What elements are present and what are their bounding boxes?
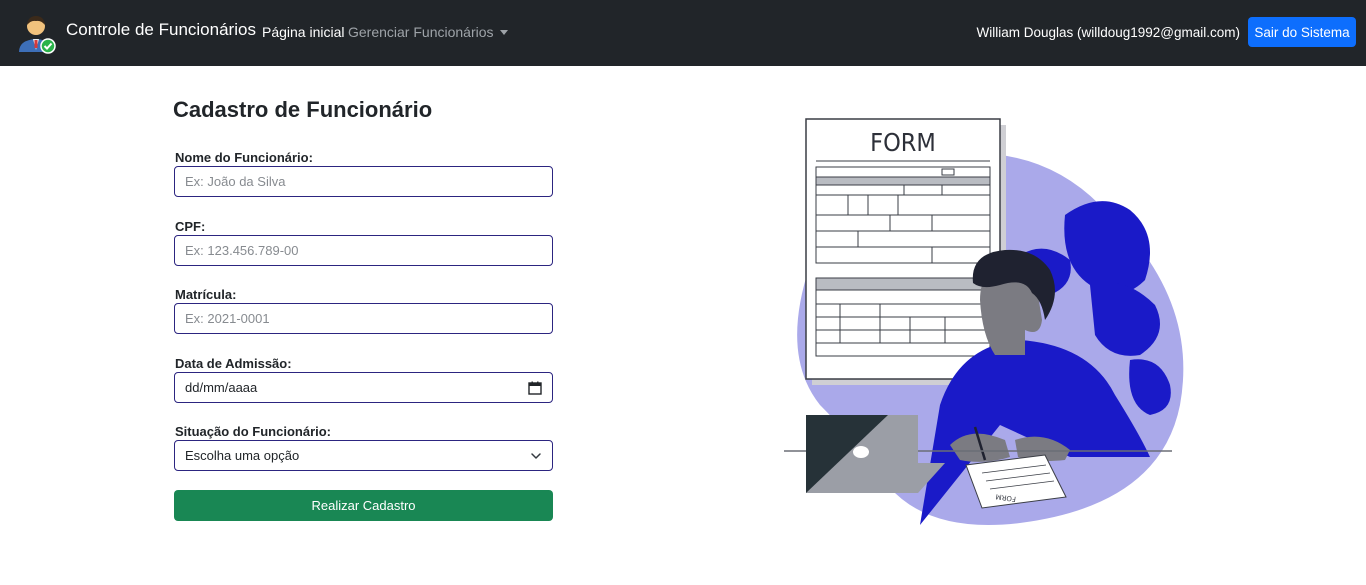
nav-dropdown-label: Gerenciar Funcionários bbox=[348, 24, 494, 40]
admission-date-label: Data de Admissão: bbox=[175, 356, 292, 371]
employee-status-value: Escolha uma opção bbox=[185, 448, 300, 463]
submit-registration-button[interactable]: Realizar Cadastro bbox=[174, 490, 553, 521]
brand-title[interactable]: Controle de Funcionários bbox=[66, 20, 256, 40]
cpf-label: CPF: bbox=[175, 219, 206, 234]
registration-number-input[interactable] bbox=[174, 303, 553, 334]
form-heading: FORM bbox=[870, 128, 936, 157]
page-title: Cadastro de Funcionário bbox=[173, 97, 433, 122]
registration-number-label: Matrícula: bbox=[175, 287, 237, 302]
logout-button[interactable]: Sair do Sistema bbox=[1248, 17, 1356, 47]
nav-link-home[interactable]: Página inicial bbox=[262, 24, 345, 40]
nav-dropdown-manage-employees[interactable]: Gerenciar Funcionários bbox=[348, 24, 508, 40]
calendar-icon[interactable] bbox=[528, 381, 542, 395]
employee-check-icon[interactable] bbox=[16, 12, 56, 54]
laptop-logo bbox=[853, 446, 869, 458]
cpf-input[interactable] bbox=[174, 235, 553, 266]
employee-name-input[interactable] bbox=[174, 166, 553, 197]
employee-status-label: Situação do Funcionário: bbox=[175, 424, 332, 439]
user-info: William Douglas (willdoug1992@gmail.com) bbox=[976, 25, 1240, 40]
top-navbar: Controle de Funcionários Página inicial … bbox=[0, 0, 1366, 66]
form-filling-illustration: FORM FORM bbox=[784, 118, 1184, 525]
admission-date-value: dd/mm/aaaa bbox=[185, 380, 258, 395]
employee-status-select[interactable]: Escolha uma opção bbox=[174, 440, 553, 471]
chevron-down-icon bbox=[531, 452, 541, 459]
caret-down-icon bbox=[499, 30, 508, 35]
admission-date-input[interactable]: dd/mm/aaaa bbox=[174, 372, 553, 403]
form-paper bbox=[805, 118, 1001, 380]
employee-name-label: Nome do Funcionário: bbox=[175, 150, 313, 165]
